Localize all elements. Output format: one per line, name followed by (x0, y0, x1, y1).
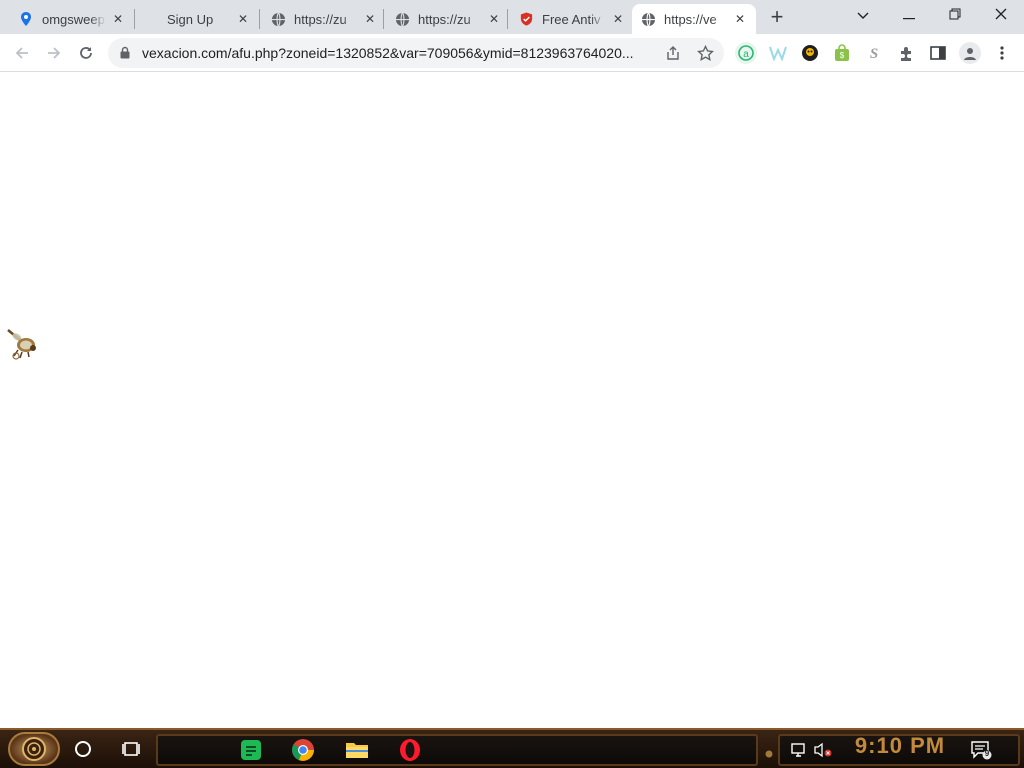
tab-divider (507, 9, 508, 29)
chrome-icon (292, 739, 314, 761)
chrome-button[interactable] (288, 735, 318, 765)
tab-divider (259, 9, 260, 29)
share-icon[interactable] (664, 44, 682, 62)
tab-title: https://zu (294, 11, 347, 27)
back-button[interactable] (8, 39, 36, 67)
reload-button[interactable] (72, 39, 100, 67)
chevron-down-icon (857, 12, 869, 19)
tab-free-antivirus[interactable]: Free Antiv ✕ (510, 4, 634, 34)
restore-icon (949, 8, 961, 20)
globe-icon (270, 11, 286, 27)
extension-w-icon[interactable] (767, 42, 789, 64)
globe-icon (394, 11, 410, 27)
side-panel-icon[interactable] (927, 42, 949, 64)
tab-title: https://zu (418, 11, 471, 27)
bookmark-star-icon[interactable] (696, 44, 714, 62)
map-pin-icon (18, 11, 34, 27)
arrow-right-icon (48, 47, 61, 59)
svg-text:S: S (870, 46, 878, 62)
start-button[interactable] (8, 732, 60, 766)
notes-app-button[interactable] (236, 735, 266, 765)
tab-zu-1[interactable]: https://zu ✕ (262, 4, 386, 34)
opera-button[interactable] (395, 735, 425, 765)
opera-icon (400, 739, 420, 761)
close-tab-icon[interactable]: ✕ (110, 11, 126, 27)
url-text[interactable]: vexacion.com/afu.php?zoneid=1320852&var=… (142, 45, 662, 61)
search-button[interactable] (68, 734, 98, 764)
close-tab-icon[interactable]: ✕ (362, 11, 378, 27)
minimize-button[interactable] (886, 0, 932, 30)
file-explorer-button[interactable] (342, 735, 372, 765)
svg-text:$: $ (840, 51, 845, 60)
profile-avatar-icon[interactable] (959, 42, 981, 64)
tab-title: Free Antiv (542, 11, 601, 27)
volume-button[interactable] (808, 735, 838, 765)
extension-grammar-icon[interactable]: a (735, 42, 757, 64)
kebab-menu-icon[interactable] (991, 42, 1013, 64)
volume-muted-icon (814, 742, 832, 758)
tab-divider (383, 9, 384, 29)
close-tab-icon[interactable]: ✕ (732, 11, 748, 27)
tab-title: Sign Up (167, 11, 214, 27)
extension-s-icon[interactable]: S (863, 42, 885, 64)
task-view-button[interactable] (116, 734, 146, 764)
forward-button[interactable] (40, 39, 68, 67)
extensions-puzzle-icon[interactable] (895, 42, 917, 64)
tab-zu-2[interactable]: https://zu ✕ (386, 4, 510, 34)
network-icon (791, 743, 805, 757)
minimize-icon (903, 18, 915, 20)
tray-overflow-button[interactable] (762, 738, 776, 768)
reload-icon (80, 47, 92, 59)
extension-avatar-icon[interactable] (799, 42, 821, 64)
close-icon (995, 8, 1007, 20)
notes-app-icon (241, 740, 261, 760)
blank-favicon-icon (143, 11, 159, 27)
tab-omgsweeps[interactable]: omgsweeps ✕ (10, 4, 134, 34)
close-tab-icon[interactable]: ✕ (235, 11, 251, 27)
task-view-icon (122, 742, 140, 756)
address-bar[interactable]: vexacion.com/afu.php?zoneid=1320852&var=… (108, 38, 724, 68)
steampunk-bee-cursor-icon (7, 329, 36, 360)
shield-icon (518, 11, 534, 27)
notification-count-badge: 9 (984, 749, 990, 758)
tab-title: https://ve (664, 11, 717, 27)
globe-icon (640, 11, 656, 27)
tab-vexacion-active[interactable]: https://ve ✕ (632, 4, 756, 34)
svg-text:a: a (743, 49, 749, 60)
notifications-button[interactable]: 9 (966, 735, 996, 765)
file-explorer-icon (346, 743, 368, 758)
steampunk-start-icon (22, 737, 46, 761)
taskbar-clock[interactable]: 9:10 PM (850, 733, 950, 759)
pinned-apps-area (156, 734, 758, 766)
page-content (0, 72, 1024, 728)
gear-ornament-icon (765, 750, 773, 758)
arrow-left-icon (15, 47, 28, 59)
cortana-circle-icon (75, 741, 91, 757)
lock-icon[interactable] (120, 46, 130, 64)
close-tab-icon[interactable]: ✕ (486, 11, 502, 27)
new-tab-button[interactable]: + (764, 6, 790, 30)
extension-shopping-bag-icon[interactable]: $ (831, 42, 853, 64)
close-window-button[interactable] (978, 0, 1024, 30)
restore-button[interactable] (932, 0, 978, 30)
tab-search-button[interactable] (840, 0, 886, 30)
tab-sign-up[interactable]: Sign Up ✕ (135, 4, 259, 34)
close-tab-icon[interactable]: ✕ (610, 11, 626, 27)
tab-title: omgsweeps (42, 11, 106, 27)
tab-strip: omgsweeps ✕ Sign Up ✕ https://zu ✕ https… (0, 0, 1024, 34)
browser-toolbar: vexacion.com/afu.php?zoneid=1320852&var=… (0, 34, 1024, 72)
